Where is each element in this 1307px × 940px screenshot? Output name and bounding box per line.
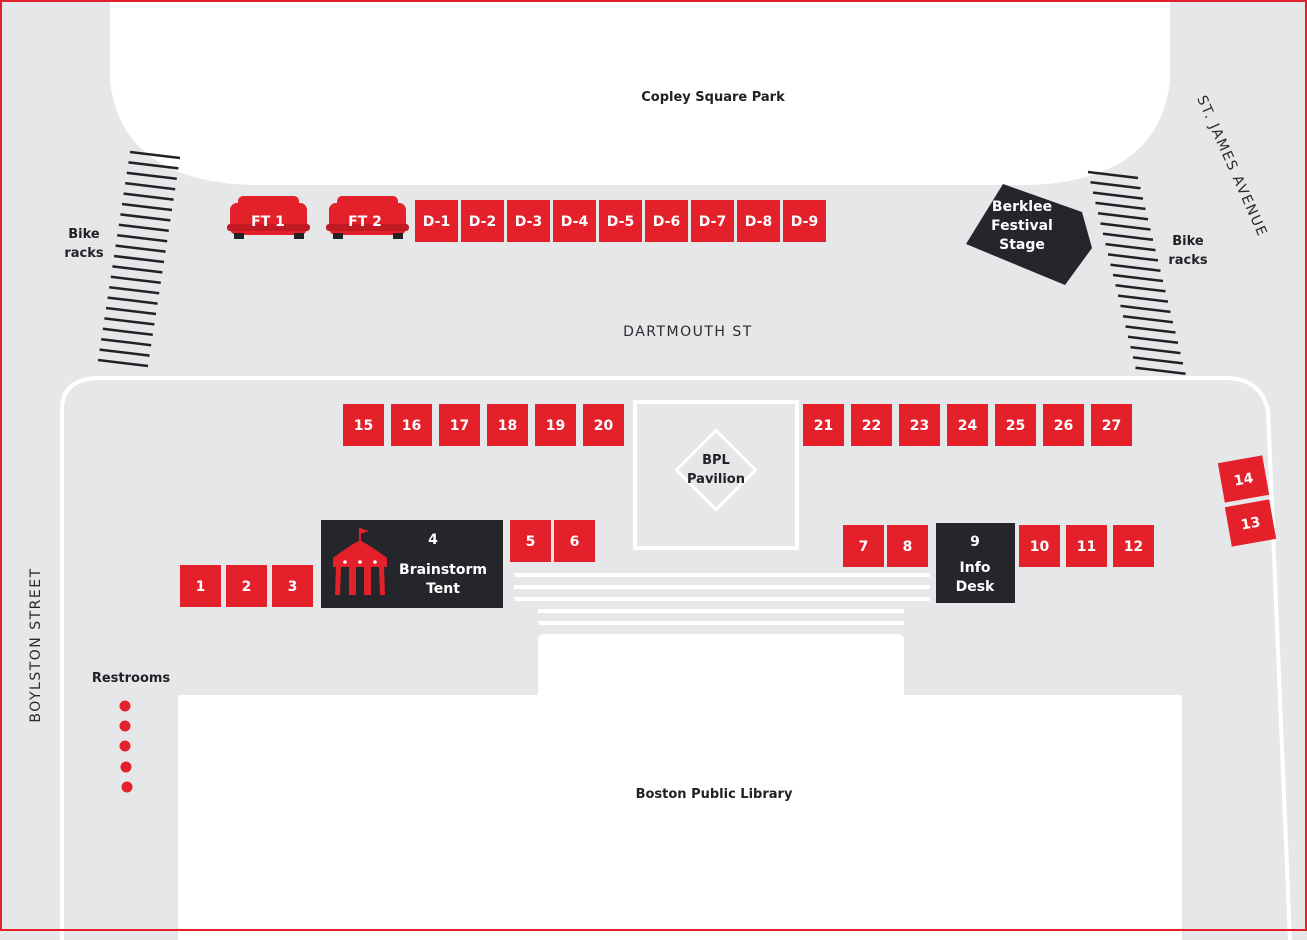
restrooms-label: Restrooms [92,671,171,686]
booth-12[interactable]: 12 [1113,525,1154,567]
booth-27[interactable]: 27 [1091,404,1132,446]
booth-label: D-9 [791,214,818,230]
booth-label: 3 [288,579,298,595]
info-desk-label-line2: Desk [956,579,995,595]
copley-square-park [110,0,1170,185]
booth-label: 7 [859,539,869,555]
booth-label: 5 [526,534,536,550]
booth-label: 25 [1006,418,1025,434]
info-desk-label-line1: Info [960,560,991,576]
booth-21[interactable]: 21 [803,404,844,446]
booth-D-3[interactable]: D-3 [507,200,550,242]
food-truck-1[interactable]: FT 1 [227,196,310,239]
booth-D-6[interactable]: D-6 [645,200,688,242]
booth-label: D-8 [745,214,772,230]
booth-17[interactable]: 17 [439,404,480,446]
festival-map: Copley Square Park Boston Public Library… [0,0,1307,940]
street-dartmouth: DARTMOUTH ST [623,324,753,340]
booth-16[interactable]: 16 [391,404,432,446]
booth-2[interactable]: 2 [226,565,267,607]
booth-26[interactable]: 26 [1043,404,1084,446]
booth-11[interactable]: 11 [1066,525,1107,567]
brainstorm-tent[interactable]: 4 Brainstorm Tent [321,520,503,608]
stage-label-line2: Festival [991,218,1053,234]
booth-D-1[interactable]: D-1 [415,200,458,242]
booth-1[interactable]: 1 [180,565,221,607]
booth-D-7[interactable]: D-7 [691,200,734,242]
booth-label: 13 [1240,514,1262,533]
booth-label: 19 [546,418,565,434]
food-truck-2-label: FT 2 [348,214,382,230]
pavilion-label-line2: Pavilion [687,472,745,487]
booth-label: 21 [814,418,833,434]
booth-25[interactable]: 25 [995,404,1036,446]
booth-3[interactable]: 3 [272,565,313,607]
booth-18[interactable]: 18 [487,404,528,446]
booth-label: 16 [402,418,421,434]
booth-label: 14 [1233,470,1255,489]
booth-label: D-4 [561,214,589,230]
booth-label: 11 [1077,539,1096,555]
bike-racks-right-label1: Bike [1172,234,1204,249]
booth-8[interactable]: 8 [887,525,928,567]
booth-label: D-5 [607,214,634,230]
booth-14[interactable]: 14 [1217,455,1270,503]
booth-13[interactable]: 13 [1224,499,1277,547]
bike-racks-left-label2: racks [64,246,104,261]
booth-label: 22 [862,418,881,434]
booth-23[interactable]: 23 [899,404,940,446]
street-boylston: BOYLSTON STREET [28,567,44,722]
booth-D-5[interactable]: D-5 [599,200,642,242]
booth-label: D-2 [469,214,496,230]
booth-label: 17 [450,418,469,434]
food-truck-2[interactable]: FT 2 [326,196,409,239]
booth-D-9[interactable]: D-9 [783,200,826,242]
booth-label: D-7 [699,214,726,230]
booth-10[interactable]: 10 [1019,525,1060,567]
booth-15[interactable]: 15 [343,404,384,446]
info-desk-number: 9 [970,534,980,550]
booth-label: 6 [570,534,580,550]
food-truck-1-label: FT 1 [251,214,285,230]
booth-label: D-3 [515,214,542,230]
booth-7[interactable]: 7 [843,525,884,567]
tent-label-line2: Tent [426,581,460,597]
booth-label: 2 [242,579,252,595]
booth-label: 10 [1030,539,1050,555]
pavilion-label-line1: BPL [702,453,730,468]
tent-number: 4 [428,532,438,548]
booth-20[interactable]: 20 [583,404,624,446]
info-desk[interactable]: 9 Info Desk [936,523,1015,603]
stage-label-line3: Stage [999,237,1045,253]
booth-label: 23 [910,418,929,434]
stage-label-line1: Berklee [992,199,1052,215]
booth-label: D-6 [653,214,680,230]
tent-label-line1: Brainstorm [399,562,487,578]
booth-label: 15 [354,418,373,434]
booth-22[interactable]: 22 [851,404,892,446]
booth-5[interactable]: 5 [510,520,551,562]
library-label: Boston Public Library [636,787,793,802]
booth-label: 18 [498,418,517,434]
booth-6[interactable]: 6 [554,520,595,562]
booth-label: 20 [594,418,614,434]
booth-label: 24 [958,418,978,434]
booth-label: 1 [196,579,206,595]
booth-label: 26 [1054,418,1073,434]
bike-racks-left-label1: Bike [68,227,100,242]
copley-park-label: Copley Square Park [641,90,785,105]
booth-label: D-1 [423,214,450,230]
booth-24[interactable]: 24 [947,404,988,446]
bike-racks-right-label2: racks [1168,253,1208,268]
booth-label: 27 [1102,418,1121,434]
booth-D-2[interactable]: D-2 [461,200,504,242]
booth-19[interactable]: 19 [535,404,576,446]
booth-D-4[interactable]: D-4 [553,200,596,242]
booth-label: 8 [903,539,913,555]
booth-D-8[interactable]: D-8 [737,200,780,242]
booth-label: 12 [1124,539,1143,555]
